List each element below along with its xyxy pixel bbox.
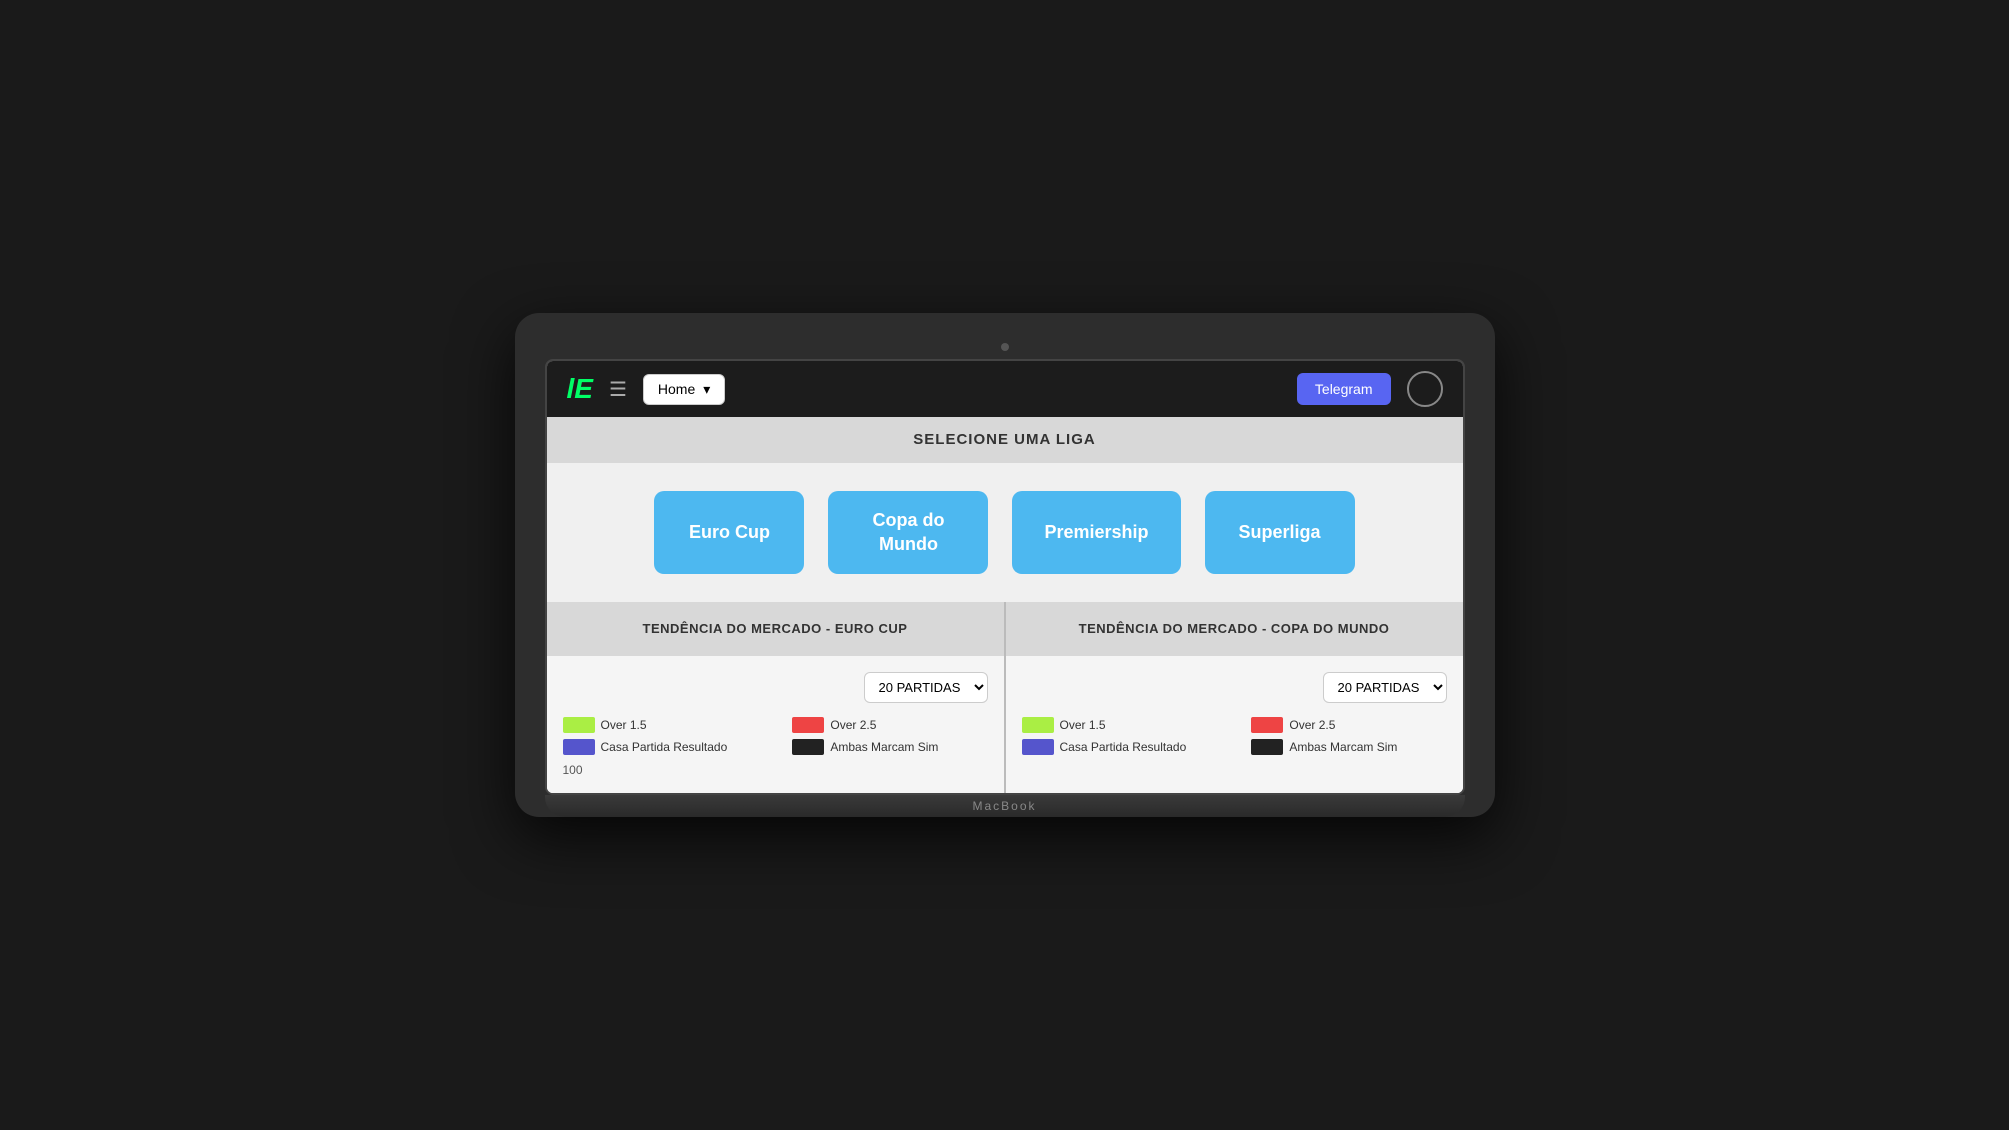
over15-color [563, 717, 595, 733]
euro-cup-legend: Over 1.5 Over 2.5 Casa Partida Resultado [563, 717, 988, 755]
euro-cup-partidas-select-row: 20 PARTIDAS 10 PARTIDAS 30 PARTIDAS [563, 672, 988, 703]
laptop-brand-label: MacBook [972, 799, 1036, 813]
over15-label: Over 1.5 [601, 718, 647, 732]
copa-casa-label: Casa Partida Resultado [1060, 740, 1187, 754]
copa-mundo-legend: Over 1.5 Over 2.5 Casa Partida Resultado [1022, 717, 1447, 755]
liga-button-copa-do-mundo[interactable]: Copa doMundo [828, 491, 988, 574]
liga-buttons-row: Euro Cup Copa doMundo Premiership Superl… [547, 463, 1463, 602]
app-logo: lE [567, 373, 593, 405]
laptop-camera [1001, 343, 1009, 351]
euro-cup-panel: TENDÊNCIA DO MERCADO - EURO CUP 20 PARTI… [547, 602, 1004, 793]
laptop-base: MacBook [545, 795, 1465, 817]
ambas-color [792, 739, 824, 755]
ambas-label: Ambas Marcam Sim [830, 740, 938, 754]
chevron-down-icon: ▾ [703, 381, 710, 398]
liga-button-premiership[interactable]: Premiership [1012, 491, 1180, 574]
copa-legend-item-over25: Over 2.5 [1251, 717, 1446, 733]
app-body: SELECIONE UMA LIGA Euro Cup Copa doMundo… [547, 417, 1463, 793]
legend-item-over15: Over 1.5 [563, 717, 777, 733]
home-dropdown-label: Home [658, 381, 695, 397]
copa-over15-label: Over 1.5 [1060, 718, 1106, 732]
copa-ambas-color [1251, 739, 1283, 755]
casa-color [563, 739, 595, 755]
panels-row: TENDÊNCIA DO MERCADO - EURO CUP 20 PARTI… [547, 602, 1463, 793]
select-liga-bar: SELECIONE UMA LIGA [547, 417, 1463, 463]
copa-ambas-label: Ambas Marcam Sim [1289, 740, 1397, 754]
over25-label: Over 2.5 [830, 718, 876, 732]
copa-mundo-panel-title: TENDÊNCIA DO MERCADO - COPA DO MUNDO [1079, 621, 1390, 636]
home-dropdown[interactable]: Home ▾ [643, 374, 725, 405]
legend-item-ambas: Ambas Marcam Sim [792, 739, 987, 755]
laptop-frame: lE ☰ Home ▾ Telegram SELECIONE UMA LIGA … [515, 313, 1495, 817]
avatar[interactable] [1407, 371, 1443, 407]
laptop-screen: lE ☰ Home ▾ Telegram SELECIONE UMA LIGA … [545, 359, 1465, 795]
app-header: lE ☰ Home ▾ Telegram [547, 361, 1463, 417]
copa-over25-color [1251, 717, 1283, 733]
copa-mundo-panel-content: 20 PARTIDAS 10 PARTIDAS 30 PARTIDAS Over… [1006, 656, 1463, 779]
euro-cup-panel-title: TENDÊNCIA DO MERCADO - EURO CUP [643, 621, 908, 636]
legend-item-casa: Casa Partida Resultado [563, 739, 777, 755]
hamburger-icon[interactable]: ☰ [609, 377, 627, 402]
euro-cup-partidas-select[interactable]: 20 PARTIDAS 10 PARTIDAS 30 PARTIDAS [864, 672, 988, 703]
copa-casa-color [1022, 739, 1054, 755]
euro-cup-chart-label: 100 [563, 763, 988, 777]
copa-over15-color [1022, 717, 1054, 733]
copa-legend-item-over15: Over 1.5 [1022, 717, 1236, 733]
copa-mundo-partidas-select-row: 20 PARTIDAS 10 PARTIDAS 30 PARTIDAS [1022, 672, 1447, 703]
liga-button-superliga[interactable]: Superliga [1205, 491, 1355, 574]
copa-mundo-panel-header: TENDÊNCIA DO MERCADO - COPA DO MUNDO [1006, 602, 1463, 656]
copa-mundo-panel: TENDÊNCIA DO MERCADO - COPA DO MUNDO 20 … [1006, 602, 1463, 793]
legend-item-over25: Over 2.5 [792, 717, 987, 733]
copa-legend-item-ambas: Ambas Marcam Sim [1251, 739, 1446, 755]
over25-color [792, 717, 824, 733]
copa-legend-item-casa: Casa Partida Resultado [1022, 739, 1236, 755]
copa-over25-label: Over 2.5 [1289, 718, 1335, 732]
select-liga-title: SELECIONE UMA LIGA [913, 431, 1095, 448]
casa-label: Casa Partida Resultado [601, 740, 728, 754]
copa-mundo-partidas-select[interactable]: 20 PARTIDAS 10 PARTIDAS 30 PARTIDAS [1323, 672, 1447, 703]
euro-cup-panel-content: 20 PARTIDAS 10 PARTIDAS 30 PARTIDAS Over… [547, 656, 1004, 793]
liga-button-euro-cup[interactable]: Euro Cup [654, 491, 804, 574]
telegram-button[interactable]: Telegram [1297, 373, 1391, 405]
euro-cup-panel-header: TENDÊNCIA DO MERCADO - EURO CUP [547, 602, 1004, 656]
